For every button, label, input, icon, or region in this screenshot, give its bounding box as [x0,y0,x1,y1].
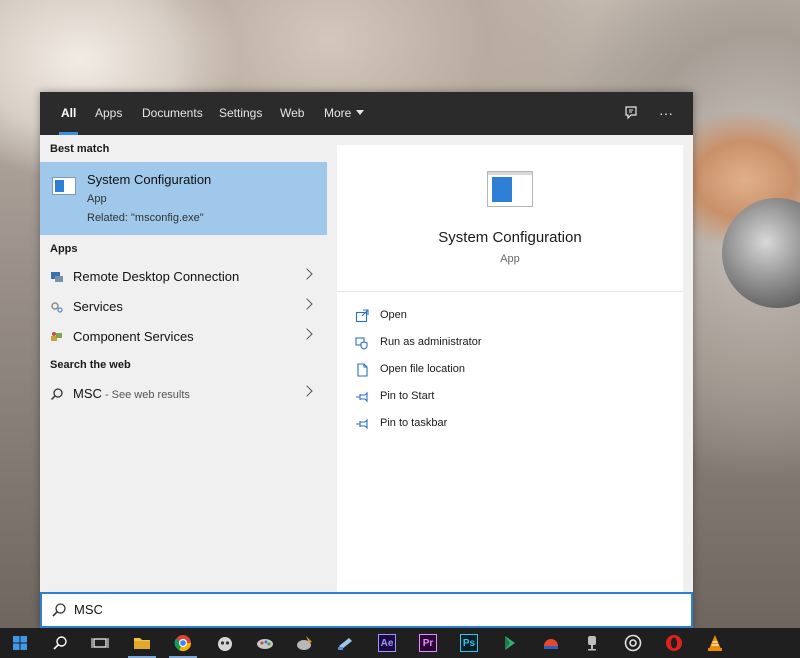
pin-icon [356,391,368,403]
app-result-remote-desktop[interactable]: Remote Desktop Connection [40,262,327,292]
app-button-6[interactable] [531,628,571,658]
app-icon [297,636,312,650]
app-button-3[interactable] [285,628,325,658]
app-icon [505,636,515,650]
preview-pane: System Configuration App Open Run as adm… [337,145,683,592]
app-icon [257,639,273,649]
chevron-right-icon[interactable] [301,328,313,340]
action-label: Open [380,309,407,321]
app-button-7[interactable] [572,628,612,658]
search-icon [53,636,67,650]
open-icon [355,309,369,323]
tab-label: All [61,106,77,120]
tab-documents[interactable]: Documents [142,92,203,135]
system-configuration-icon [52,177,76,195]
vlc-icon [708,635,722,651]
tab-label: Web [280,106,305,120]
search-box[interactable]: MSC [40,592,693,628]
app-result-services[interactable]: Services [40,292,327,322]
preview-type: App [500,253,520,265]
preview-title: System Configuration [438,229,582,246]
tab-more[interactable]: More [324,92,365,135]
tab-settings[interactable]: Settings [219,92,262,135]
search-web-heading: Search the web [50,359,131,371]
file-explorer-button[interactable] [122,628,162,658]
chevron-right-icon[interactable] [301,298,313,310]
start-button[interactable] [0,628,40,658]
web-search-result[interactable]: MSC - See web results [40,379,327,409]
premiere-button[interactable]: Pr [408,628,448,658]
app-result-label: Remote Desktop Connection [73,269,240,284]
app-button-2[interactable] [245,628,285,658]
premiere-icon: Pr [419,634,437,652]
tab-label: Settings [219,106,263,120]
opera-icon [666,635,682,651]
services-icon [51,302,63,313]
start-search-panel: All Apps Documents Settings Web More ···… [40,92,693,628]
app-result-label: Component Services [73,329,194,344]
remote-desktop-icon [51,272,63,282]
tab-web[interactable]: Web [280,92,304,135]
best-match-heading: Best match [50,143,110,155]
divider [337,291,683,292]
web-query: MSC [73,386,102,401]
action-label: Open file location [380,363,465,375]
action-label: Run as administrator [380,336,482,348]
folder-icon [134,638,150,649]
app-icon [544,639,558,649]
action-label: Pin to Start [380,390,435,402]
best-match-name: System Configuration [87,172,212,187]
photoshop-button[interactable]: Ps [449,628,489,658]
search-icon [52,603,66,617]
vlc-button[interactable] [695,628,735,658]
results-list: Best match System Configuration App Rela… [40,135,327,592]
task-view-button[interactable] [80,628,120,658]
file-location-icon [357,363,368,377]
feedback-icon[interactable] [621,103,641,123]
web-result-label: MSC - See web results [73,386,190,401]
tab-label: Apps [95,106,123,120]
best-match-related: Related: "msconfig.exe" [87,212,204,224]
search-icon [50,388,63,401]
taskbar: Ae Pr Ps [0,628,800,658]
after-effects-button[interactable]: Ae [367,628,407,658]
app-button-5[interactable] [490,628,530,658]
app-result-label: Services [73,299,123,314]
windows-logo-icon [13,636,27,650]
best-match-item[interactable]: System Configuration App Related: "mscon… [40,162,327,235]
app-button-8[interactable] [613,628,653,658]
best-match-type: App [87,193,107,205]
app-button-4[interactable] [325,628,365,658]
task-view-icon [91,638,109,648]
shield-icon [355,337,368,350]
component-services-icon [51,332,62,341]
pin-icon [356,418,368,430]
chrome-icon [174,635,192,652]
opera-button[interactable] [654,628,694,658]
app-result-component-services[interactable]: Component Services [40,322,327,352]
more-options-icon[interactable]: ··· [656,103,676,123]
search-tabs-bar: All Apps Documents Settings Web More ··· [40,92,693,135]
after-effects-icon: Ae [378,634,396,652]
app-icon [338,638,352,650]
search-button[interactable] [40,628,80,658]
chrome-button[interactable] [163,628,203,658]
app-icon [588,636,596,651]
app-icon [218,637,232,651]
chevron-right-icon[interactable] [301,268,313,280]
apps-heading: Apps [50,243,78,255]
photoshop-icon: Ps [460,634,478,652]
app-button-1[interactable] [205,628,245,658]
chevron-down-icon [356,110,365,115]
web-suffix: - See web results [101,389,190,401]
system-configuration-icon [487,171,533,207]
action-label: Pin to taskbar [380,417,448,429]
chevron-right-icon[interactable] [301,385,313,397]
search-input[interactable]: MSC [74,602,103,617]
tab-all[interactable]: All [58,92,79,135]
tab-apps[interactable]: Apps [95,92,122,135]
tab-label: More [324,106,352,120]
tab-label: Documents [142,106,203,120]
app-icon [624,634,642,652]
